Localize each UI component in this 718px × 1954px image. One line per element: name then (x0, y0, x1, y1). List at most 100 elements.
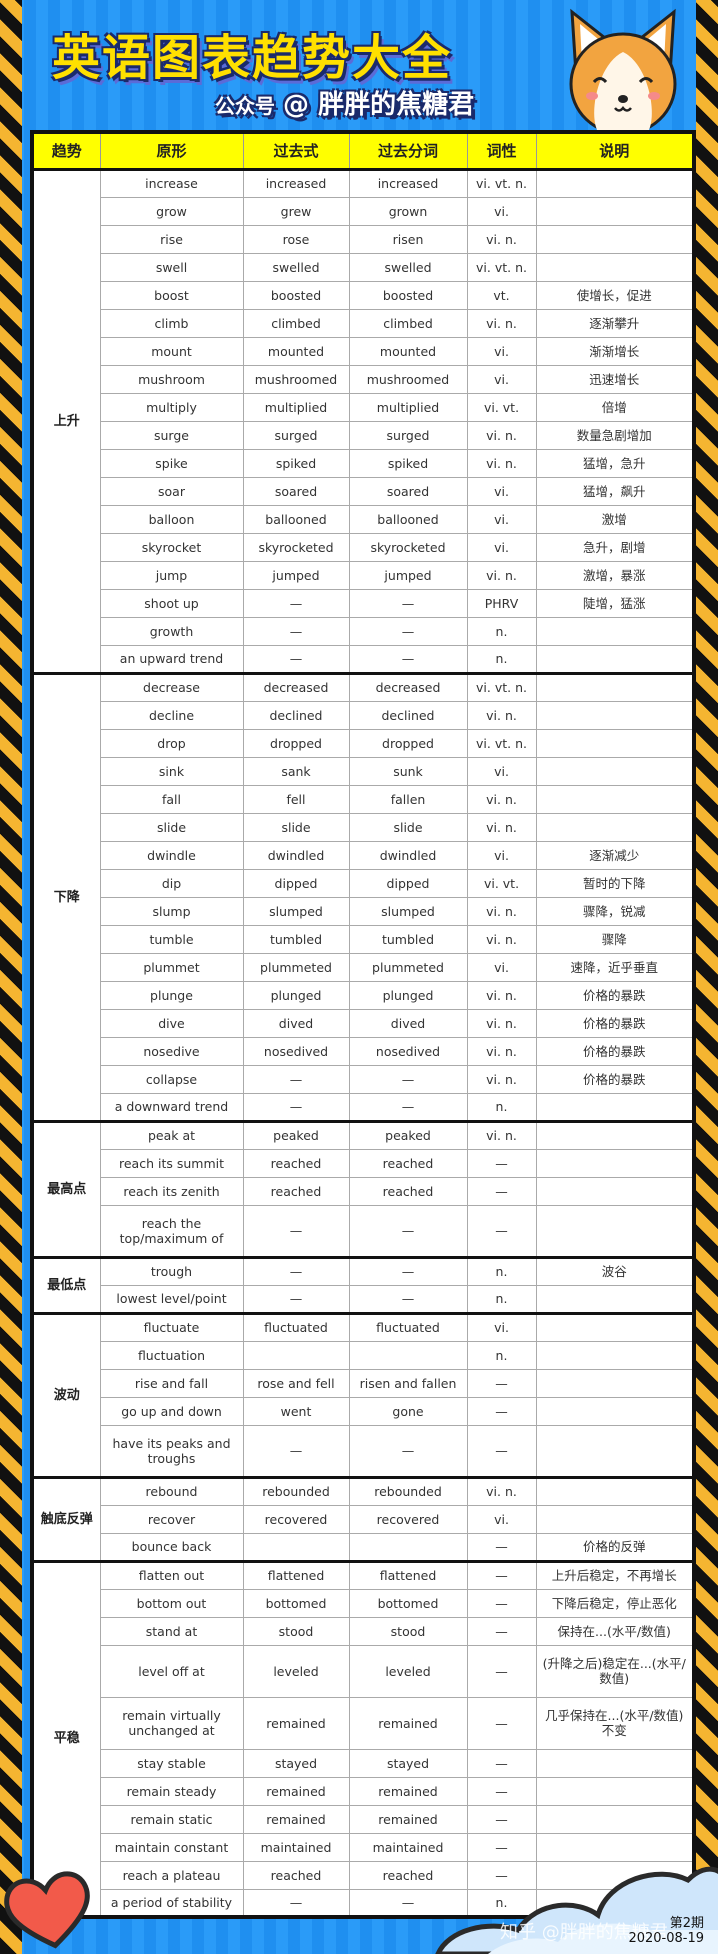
cell-explanation: 逐渐减少 (535, 840, 695, 870)
table-row: 最低点 trough — — n. 波谷 (31, 1255, 695, 1314)
cell-base-form: mushroom (99, 364, 244, 394)
cell-explanation: 迅速增长 (535, 364, 695, 394)
table-row: growth — — n. (32, 616, 695, 646)
cell-past-participle: sunk (348, 756, 468, 786)
cell-past-participle: remained (348, 1776, 468, 1806)
cell-past-participle: mushroomed (348, 364, 468, 394)
cell-past-tense: rose (242, 224, 350, 254)
cell-past-tense (242, 1532, 350, 1562)
table-row: soar soared soared vi. 猛增，飙升 (32, 476, 695, 506)
cell-base-form: skyrocket (99, 532, 244, 562)
cell-explanation: 价格的反弹 (535, 1532, 695, 1562)
cell-past-participle: fallen (348, 784, 468, 814)
cell-base-form: have its peaks and troughs (99, 1424, 244, 1478)
cell-base-form: go up and down (99, 1396, 244, 1426)
cell-explanation (535, 224, 695, 254)
table-row: jump jumped jumped vi. n. 激增，暴涨 (32, 560, 695, 590)
cell-explanation (535, 1832, 695, 1862)
cell-base-form: swell (99, 252, 244, 282)
cell-past-tense: soared (242, 476, 350, 506)
cell-base-form: dip (99, 868, 244, 898)
cell-past-tense: — (242, 1064, 350, 1094)
issue-info: 第2期 2020-08-19 (628, 1916, 704, 1946)
cell-past-tense: — (242, 1255, 350, 1286)
cell-explanation: 激增，暴涨 (535, 560, 695, 590)
cell-part-of-speech: — (466, 1396, 537, 1426)
cell-past-tense: — (242, 644, 350, 674)
cell-past-participle: risen and fallen (348, 1368, 468, 1398)
cell-part-of-speech: vi. n. (466, 560, 537, 590)
cell-part-of-speech: — (466, 1588, 537, 1618)
cell-explanation: 波谷 (535, 1255, 695, 1286)
cell-part-of-speech: n. (466, 644, 537, 674)
table-row: mushroom mushroomed mushroomed vi. 迅速增长 (32, 364, 695, 394)
cell-past-participle: fluctuated (348, 1311, 468, 1342)
cell-part-of-speech: vi. vt. (466, 392, 537, 422)
cell-past-tense: multiplied (242, 392, 350, 422)
cell-explanation (535, 756, 695, 786)
cell-part-of-speech: vi. n. (466, 1064, 537, 1094)
table-row: recover recovered recovered vi. (32, 1504, 695, 1534)
table-row: a downward trend — — n. (32, 1092, 695, 1122)
cell-explanation (535, 167, 695, 198)
cell-base-form: reach the top/maximum of (99, 1204, 244, 1258)
cell-explanation (535, 1176, 695, 1206)
cell-past-participle: climbed (348, 308, 468, 338)
cell-past-tense: — (242, 588, 350, 618)
cell-explanation: 价格的暴跌 (535, 1008, 695, 1038)
cell-part-of-speech: n. (466, 1255, 537, 1286)
table-row: have its peaks and troughs — — — (32, 1424, 695, 1478)
cell-part-of-speech: n. (466, 1092, 537, 1122)
column-header-trend: 趋势 (31, 131, 101, 171)
cell-past-tense: reached (242, 1860, 350, 1890)
cell-past-tense: fluctuated (242, 1311, 350, 1342)
cell-base-form: decline (99, 700, 244, 730)
cell-past-tense: recovered (242, 1504, 350, 1534)
cell-part-of-speech: vi. (466, 196, 537, 226)
cell-past-tense: — (242, 1092, 350, 1122)
table-row: 上升 increase increased increased vi. vt. n. (31, 167, 695, 674)
cell-explanation: 数量急剧增加 (535, 420, 695, 450)
cell-explanation (535, 728, 695, 758)
cell-base-form: fluctuate (99, 1311, 244, 1342)
cell-explanation (535, 1475, 695, 1506)
cell-base-form: plunge (99, 980, 244, 1010)
cell-past-participle: mounted (348, 336, 468, 366)
cell-base-form: recover (99, 1504, 244, 1534)
cell-explanation (535, 616, 695, 646)
cell-part-of-speech: vi. n. (466, 1119, 537, 1150)
table-row: tumble tumbled tumbled vi. n. 骤降 (32, 924, 695, 954)
column-header-part-of-speech: 词性 (466, 131, 537, 171)
cell-part-of-speech: vi. (466, 336, 537, 366)
cell-part-of-speech: vi. (466, 504, 537, 534)
cell-explanation: (升降之后)稳定在...(水平/数值) (535, 1644, 695, 1698)
cell-part-of-speech: — (466, 1148, 537, 1178)
cell-past-participle: soared (348, 476, 468, 506)
cell-past-participle: — (348, 1424, 468, 1478)
cell-past-tense: increased (242, 167, 350, 198)
cell-part-of-speech: — (466, 1804, 537, 1834)
table-row: rise rose risen vi. n. (32, 224, 695, 254)
table-row: an upward trend — — n. (32, 644, 695, 674)
cell-part-of-speech: vi. vt. (466, 868, 537, 898)
cell-part-of-speech: — (466, 1532, 537, 1562)
cell-part-of-speech: vi. n. (466, 812, 537, 842)
cell-explanation: 猛增，急升 (535, 448, 695, 478)
cell-base-form: drop (99, 728, 244, 758)
cell-part-of-speech: vi. n. (466, 896, 537, 926)
cell-explanation: 骤降，锐减 (535, 896, 695, 926)
issue-number: 第2期 (669, 1916, 704, 1931)
cell-base-form: reach a plateau (99, 1860, 244, 1890)
table-row: spike spiked spiked vi. n. 猛增，急升 (32, 448, 695, 478)
cell-past-tense: fell (242, 784, 350, 814)
account-line: 公众号 @ 胖胖的焦糖君 (215, 84, 474, 121)
cell-past-participle: peaked (348, 1119, 468, 1150)
table-row: bounce back — 价格的反弹 (32, 1532, 695, 1562)
trend-category: 平稳 (31, 1559, 101, 1918)
cell-past-participle: leveled (348, 1644, 468, 1698)
cell-past-participle: reached (348, 1176, 468, 1206)
cell-part-of-speech: n. (466, 1284, 537, 1314)
cell-past-tense: reached (242, 1176, 350, 1206)
cell-past-tense: grew (242, 196, 350, 226)
cell-past-participle: — (348, 616, 468, 646)
